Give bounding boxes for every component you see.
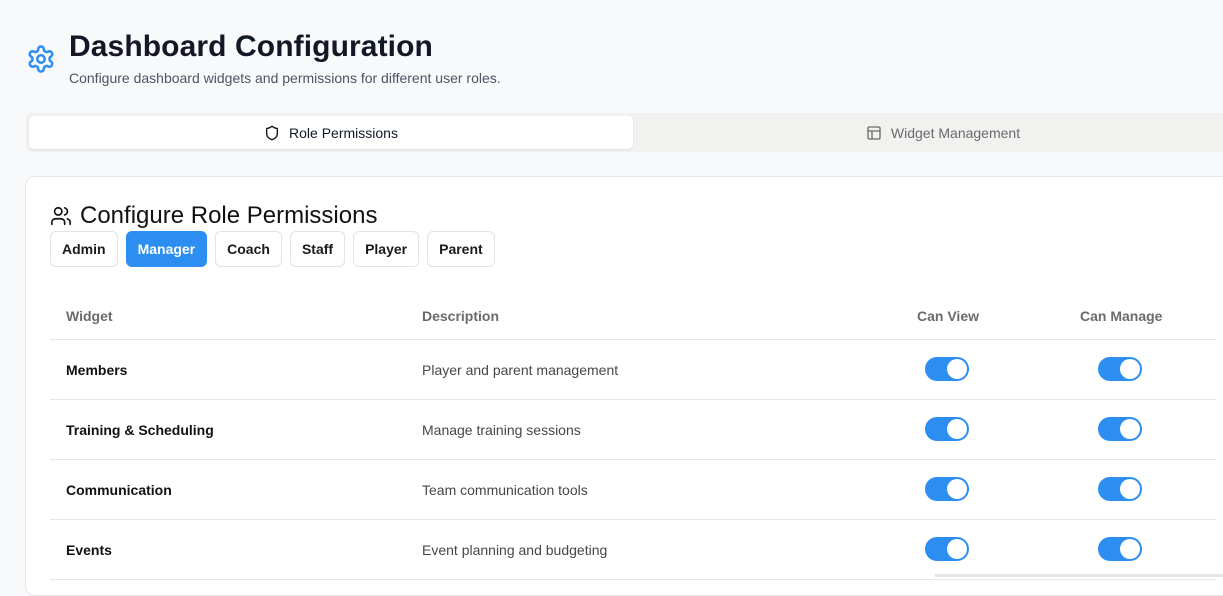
can-view-toggle[interactable] (925, 537, 969, 561)
permissions-card: Configure Role Permissions Admin Manager… (25, 176, 1223, 596)
toggle-knob (1120, 539, 1140, 559)
table-row: Members Player and parent management (50, 340, 1216, 400)
tab-label: Widget Management (890, 124, 1021, 141)
role-button-coach[interactable]: Coach (215, 231, 282, 267)
widget-name: Training & Scheduling (66, 422, 214, 438)
toggle-knob (947, 479, 967, 499)
users-icon (51, 206, 71, 226)
widget-description: Manage training sessions (422, 422, 581, 438)
widget-description: Event planning and budgeting (422, 542, 608, 558)
role-selector: Admin Manager Coach Staff Player Parent (50, 231, 495, 267)
role-button-parent[interactable]: Parent (427, 231, 495, 267)
toggle-knob (947, 419, 967, 439)
column-header-can-view: Can View (917, 308, 979, 324)
tab-label: Role Permissions (289, 124, 398, 141)
widget-name: Events (66, 542, 112, 558)
toggle-knob (947, 539, 967, 559)
widget-name: Communication (66, 482, 172, 498)
table-row: Communication Team communication tools (50, 460, 1216, 520)
widget-description: Player and parent management (422, 362, 619, 378)
column-header-can-manage: Can Manage (1080, 308, 1163, 324)
role-button-admin[interactable]: Admin (50, 231, 118, 267)
role-button-staff[interactable]: Staff (289, 231, 346, 267)
gear-icon (28, 45, 54, 73)
table-row: Training & Scheduling Manage training se… (50, 400, 1216, 460)
table-header: Widget Description Can View Can Manage (50, 290, 1216, 340)
toggle-knob (1120, 419, 1140, 439)
shield-icon (266, 125, 279, 140)
toggle-knob (1120, 479, 1140, 499)
can-manage-toggle[interactable] (1098, 537, 1142, 561)
page-subtitle: Configure dashboard widgets and permissi… (69, 70, 501, 86)
role-button-player[interactable]: Player (353, 231, 420, 267)
column-header-widget: Widget (66, 308, 113, 324)
table-row: Events Event planning and budgeting (50, 520, 1216, 580)
can-manage-toggle[interactable] (1098, 417, 1142, 441)
can-view-toggle[interactable] (925, 357, 969, 381)
role-button-manager[interactable]: Manager (125, 231, 208, 267)
card-title: Configure Role Permissions (50, 202, 377, 230)
can-view-toggle[interactable] (925, 417, 969, 441)
can-manage-toggle[interactable] (1098, 357, 1142, 381)
can-view-toggle[interactable] (925, 477, 969, 501)
page-title: Dashboard Configuration (69, 30, 433, 63)
widget-name: Members (66, 362, 128, 378)
card-title-text: Configure Role Permissions (80, 202, 378, 229)
toggle-knob (947, 359, 967, 379)
toggle-knob (1120, 359, 1140, 379)
tab-bar: Role Permissions Widget Management (26, 113, 1223, 152)
layout-icon (867, 125, 881, 140)
permissions-table: Widget Description Can View Can Manage M… (50, 290, 1216, 580)
can-manage-toggle[interactable] (1098, 477, 1142, 501)
column-header-description: Description (422, 308, 500, 324)
widget-description: Team communication tools (422, 482, 588, 498)
tab-role-permissions[interactable]: Role Permissions (29, 116, 633, 149)
tab-widget-management[interactable]: Widget Management (633, 116, 1223, 149)
